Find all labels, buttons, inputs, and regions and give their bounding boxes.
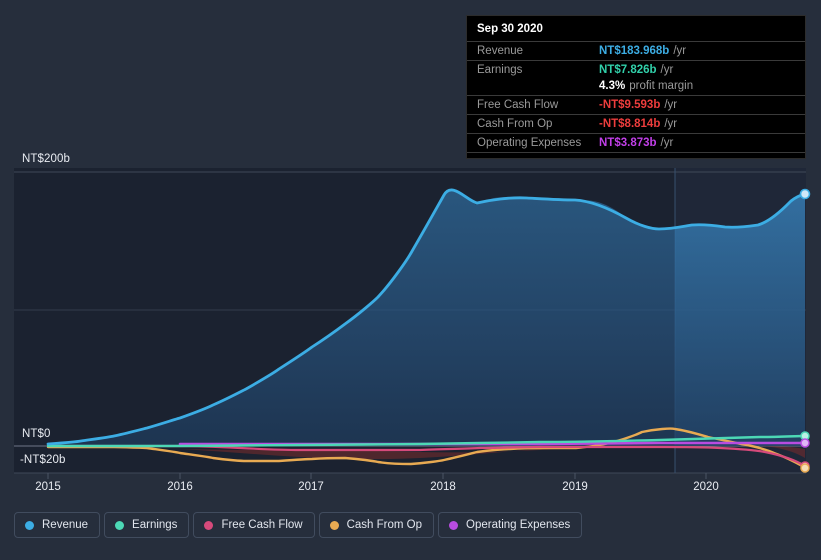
tooltip-row: Operating Expenses NT$3.873b/yr [467, 133, 805, 152]
tooltip-row-suffix: /yr [660, 137, 674, 149]
tooltip-row-label: Cash From Op [477, 118, 553, 130]
tooltip-row-suffix: /yr [673, 45, 687, 57]
tooltip-bottom-rule [467, 152, 805, 158]
legend-color-dot [449, 520, 459, 530]
x-axis-label-2016: 2016 [167, 481, 193, 493]
legend-item-label: Free Cash Flow [221, 519, 303, 531]
tooltip-row-suffix: /yr [664, 118, 678, 130]
tooltip-row: Revenue NT$183.968b/yr [467, 41, 805, 60]
tooltip-row: Earnings NT$7.826b/yr [467, 60, 805, 79]
y-axis-label-200b: NT$200b [22, 153, 71, 165]
legend-color-dot [25, 520, 34, 530]
tooltip-row: Free Cash Flow -NT$9.593b/yr [467, 95, 805, 114]
tooltip-row-suffix: /yr [660, 64, 674, 76]
x-axis-ticks [47, 473, 707, 479]
tooltip-row-value: NT$3.873b [599, 137, 657, 149]
tooltip-row-label: Operating Expenses [477, 137, 582, 149]
tooltip-row-label: Earnings [477, 64, 523, 76]
y-axis-label-neg20b: -NT$20b [20, 454, 66, 466]
legend-color-dot [115, 520, 125, 530]
tooltip-row: Cash From Op -NT$8.814b/yr [467, 114, 805, 133]
tooltip-row-value: NT$183.968b [599, 45, 670, 57]
tooltip-row-value: NT$7.826b [599, 64, 657, 76]
chart-page: NT$200b NT$0 -NT$20b 2015 2016 2017 2018… [0, 0, 821, 560]
tooltip-date: Sep 30 2020 [477, 23, 543, 35]
x-axis-label-2018: 2018 [430, 481, 456, 493]
x-axis-label-2019: 2019 [562, 481, 588, 493]
tooltip-row-suffix: /yr [664, 99, 678, 111]
tooltip-row-value: 4.3% [599, 80, 626, 92]
legend-color-dot [204, 520, 214, 530]
legend-color-dot [329, 520, 339, 530]
legend-item-revenue[interactable]: Revenue [14, 512, 101, 538]
revenue-area-forecast [675, 194, 805, 446]
legend-item-label: Cash From Op [346, 519, 423, 531]
chart-legend[interactable]: Revenue Earnings Free Cash Flow Cash From O… [14, 512, 583, 538]
legend-item-free-cash-flow[interactable]: Free Cash Flow [193, 512, 315, 538]
tooltip-row-suffix: profit margin [629, 80, 694, 92]
x-axis-label-2015: 2015 [35, 481, 61, 493]
tooltip-row: 4.3% profit margin [467, 79, 805, 95]
legend-item-label: Operating Expenses [466, 519, 571, 531]
legend-item-label: Revenue [42, 519, 89, 531]
tooltip-row-label: Free Cash Flow [477, 99, 559, 111]
x-axis-label-2017: 2017 [298, 481, 324, 493]
tooltip-rows: Revenue NT$183.968b/yr Earnings NT$7.826b/y… [467, 41, 805, 152]
x-axis-label-2020: 2020 [693, 481, 719, 493]
data-tooltip: Sep 30 2020 Revenue NT$183.968b/yr Earning… [466, 15, 806, 159]
y-axis-label-zero: NT$0 [22, 428, 51, 440]
tooltip-row-value: -NT$8.814b [599, 118, 661, 130]
legend-item-operating-expenses[interactable]: Operating Expenses [438, 512, 583, 538]
tooltip-row-label: Revenue [477, 45, 524, 57]
legend-item-cash-from-op[interactable]: Cash From Op [318, 512, 435, 538]
legend-item-label: Earnings [132, 519, 178, 531]
legend-item-earnings[interactable]: Earnings [104, 512, 190, 538]
tooltip-row-value: -NT$9.593b [599, 99, 661, 111]
